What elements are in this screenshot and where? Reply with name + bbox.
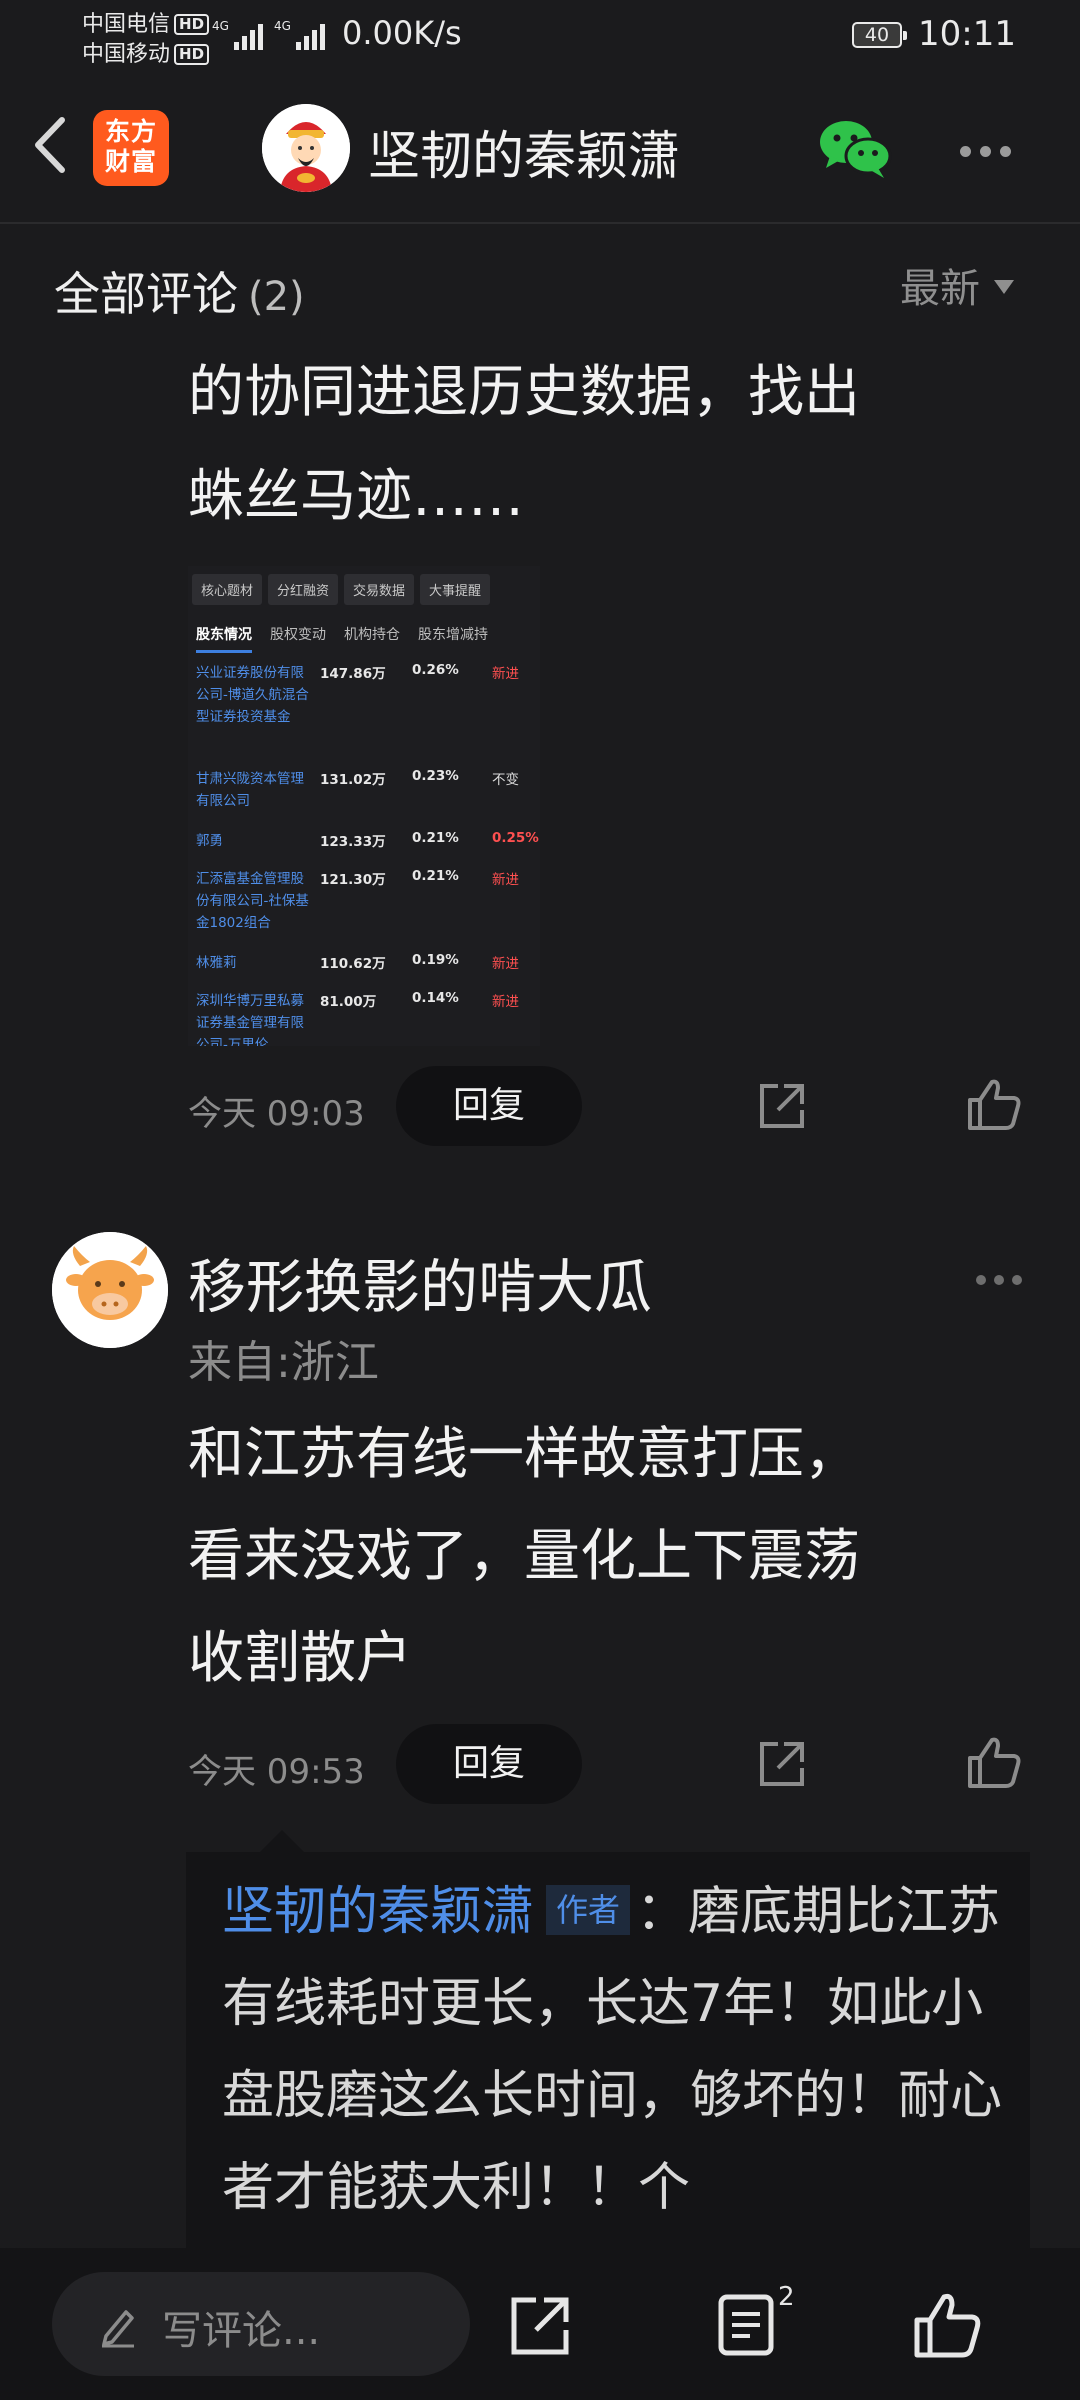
comment-list-icon[interactable] [716,2292,776,2358]
share-icon[interactable] [756,1738,808,1790]
embedded-subtab-active: 股东情况 [196,624,252,653]
embedded-tab: 大事提醒 [420,574,491,605]
svg-text:4G: 4G [212,19,229,33]
thumbs-up-icon[interactable] [966,1076,1022,1132]
svg-text:4G: 4G [274,19,291,33]
signal-icon: 4G [212,19,263,50]
carrier-2: 中国移动 HD [82,36,210,68]
holder-pct: 0.21% [412,868,459,884]
bottom-action-bar: 写评论... 2 [0,2248,1080,2400]
top-nav-bar: 东方 财富 坚韧的秦颖潇 [0,80,1080,224]
comment-2-text-line-2: 看来没戏了，量化上下震荡 [188,1524,860,1589]
author-avatar[interactable] [262,104,350,192]
comments-title: 全部评论 [54,267,238,321]
holder-change: 不变 [492,772,519,788]
comment-2-username[interactable]: 移形换影的啃大瓜 [188,1240,652,1324]
holder-qty: 123.33万 [320,834,386,850]
comment-1-text-line-1: 的协同进退历史数据，找出 [188,360,860,425]
sort-label: 最新 [900,266,980,312]
comment-count-badge: 2 [778,2282,795,2312]
holder-name: 汇添富基金管理股份有限公司-社保基金1802组合 [196,871,309,931]
comments-count: (2) [248,274,305,320]
author-badge: 作者 [546,1885,631,1935]
battery-icon: 40 [852,22,907,48]
clock: 10:11 [918,14,1016,54]
holder-pct: 0.26% [412,662,459,678]
wechat-share-icon[interactable] [816,116,892,180]
back-arrow-icon[interactable] [22,110,82,180]
holder-name: 兴业证券股份有限公司-博道久航混合型证券投资基金 [196,665,309,725]
write-comment-input[interactable]: 写评论... [52,2272,470,2376]
holder-qty: 81.00万 [320,994,377,1010]
comments-header: 全部评论 (2) [54,258,305,324]
embedded-tab: 分红融资 [268,574,339,605]
holder-qty: 121.30万 [320,872,386,888]
reply-author-name[interactable]: 坚韧的秦颖潇 [222,1882,534,1942]
comment-more-icon[interactable] [976,1270,1030,1289]
bull-avatar-icon [52,1232,168,1348]
holder-name: 林雅莉 [196,955,237,971]
embedded-tabs: 核心题材 分红融资 交易数据 大事提醒 [192,574,496,605]
network-speed: 0.00K/s [342,14,462,52]
signal-icon-2: 4G [274,19,325,50]
holder-name: 甘肃兴陇资本管理有限公司 [196,771,304,809]
reply-pointer [260,1830,304,1852]
comment-2-location: 来自:浙江 [188,1337,379,1388]
more-options-icon[interactable] [960,142,1020,161]
share-icon[interactable] [508,2294,572,2358]
fortune-god-avatar-icon [262,104,350,192]
author-reply-text: 坚韧的秦颖潇 作者 ：磨底期比江苏有线耗时更长，长达7年！如此小盘股磨这么长时间，够… [222,1866,1002,2234]
comment-2-text-line-3: 收割散户 [188,1626,412,1691]
status-bar: 中国电信 HD 中国移动 HD 4G 4G 0.00K/s 40 10:11 [0,0,1080,70]
holder-change: 新进 [492,666,519,682]
embedded-tab: 核心题材 [192,574,263,605]
page-title: 坚韧的秦颖潇 [368,127,681,187]
app-logo[interactable]: 东方 财富 [93,110,169,186]
embedded-tab: 交易数据 [344,574,415,605]
holder-change: 新进 [492,956,519,972]
embedded-subtab: 股权变动 [270,627,326,643]
embedded-subtabs: 股东情况 股权变动 机构持仓 股东增减持 [196,624,506,653]
holder-change: 新进 [492,872,519,888]
comment-1-image[interactable]: 核心题材 分红融资 交易数据 大事提醒 股东情况 股权变动 机构持仓 股东增减持 兴业证券股… [188,566,540,1046]
embedded-subtab: 股东增减持 [418,627,488,643]
embedded-subtab: 机构持仓 [344,627,400,643]
carrier-1: 中国电信 HD [82,6,210,38]
comment-1-time: 今天 09:03 [188,1094,365,1134]
holder-qty: 110.62万 [320,956,386,972]
holder-pct: 0.14% [412,990,459,1006]
holder-name: 郭勇 [196,833,223,849]
holder-pct: 0.19% [412,952,459,968]
comment-input-placeholder: 写评论... [162,2308,321,2354]
comment-1-text-line-2: 蛛丝马迹…… [188,464,524,529]
user-avatar[interactable] [52,1232,168,1348]
holder-qty: 147.86万 [320,666,386,682]
holder-change: 0.25% [492,830,539,846]
thumbs-up-icon[interactable] [912,2290,982,2360]
holder-pct: 0.23% [412,768,459,784]
holder-change: 新进 [492,994,519,1010]
comment-2-reply-button[interactable]: 回复 [396,1724,582,1804]
comment-2-time: 今天 09:53 [188,1752,365,1792]
holder-name: 深圳华博万里私募证券基金管理有限公司-万里伦 [196,993,304,1046]
holder-qty: 131.02万 [320,772,386,788]
comment-1-reply-button[interactable]: 回复 [396,1066,582,1146]
comment-2-text-line-1: 和江苏有线一样故意打压， [188,1422,860,1487]
pencil-icon [102,2310,134,2348]
holder-pct: 0.21% [412,830,459,846]
thumbs-up-icon[interactable] [966,1734,1022,1790]
share-icon[interactable] [756,1080,808,1132]
author-reply[interactable]: 坚韧的秦颖潇 作者 ：磨底期比江苏有线耗时更长，长达7年！如此小盘股磨这么长时间，够… [186,1852,1030,2252]
caret-down-icon [994,280,1014,294]
sort-dropdown[interactable]: 最新 [900,256,1014,314]
